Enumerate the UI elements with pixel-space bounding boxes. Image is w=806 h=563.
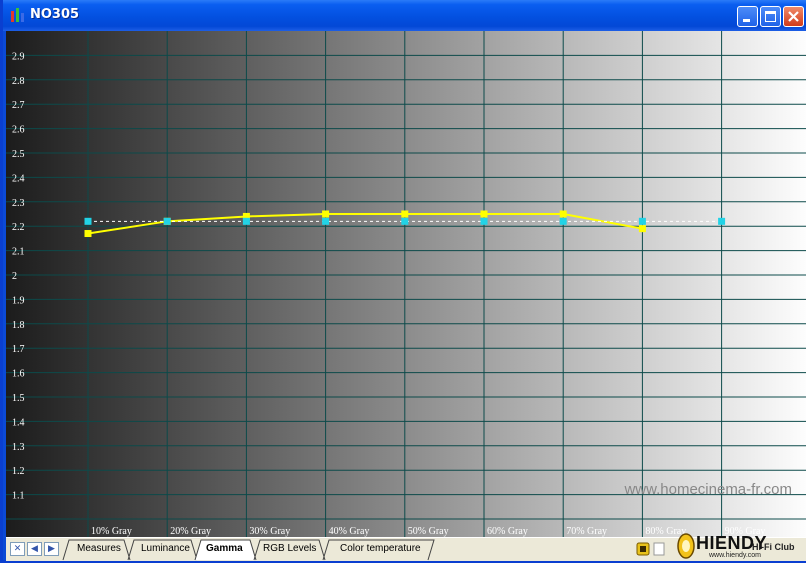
data-point-1	[559, 217, 567, 225]
tab-measures[interactable]: Measures	[77, 543, 121, 554]
tab-color-temperature[interactable]: Color temperature	[340, 543, 421, 554]
grayscale-background	[6, 31, 806, 537]
data-point-0	[638, 225, 646, 233]
chart-watermark: www.homecinema-fr.com	[623, 481, 792, 498]
brand-subtitle: Hi-Fi Club	[752, 542, 795, 552]
tab-rgb-levels[interactable]: RGB Levels	[263, 543, 316, 554]
window-title: NO305	[30, 7, 80, 22]
y-tick-label: 1.8	[12, 320, 25, 331]
y-tick-label: 2.7	[12, 100, 25, 111]
y-tick-label: 2.1	[12, 247, 25, 258]
y-tick-label: 2.8	[12, 76, 25, 87]
app-chart-icon	[11, 8, 24, 22]
y-tick-label: 2.5	[12, 149, 25, 160]
data-point-0	[322, 210, 330, 218]
x-tick-label: 10% Gray	[91, 526, 132, 537]
close-icon	[788, 11, 799, 22]
y-tick-label: 2.6	[12, 125, 25, 136]
hiendy-logo-icon	[677, 533, 695, 559]
data-point-1	[480, 217, 488, 225]
data-point-1	[242, 217, 250, 225]
y-tick-label: 2.3	[12, 198, 25, 209]
data-point-0	[401, 210, 409, 218]
app-window: NO305 2.9 2.8 2.7 2.6 2.5 2.4 2.3 2.2 2.1 2 1.9 1.8…	[0, 0, 806, 563]
y-tick-label: 1.9	[12, 295, 25, 306]
data-point-1	[638, 217, 646, 225]
y-tick-label: 1.6	[12, 369, 25, 380]
maximize-icon	[765, 11, 776, 22]
title-bar[interactable]: NO305	[3, 0, 806, 31]
x-tick-label: 30% Gray	[249, 526, 290, 537]
data-point-1	[322, 217, 330, 225]
data-point-0	[559, 210, 567, 218]
tray-app-icon[interactable]	[636, 542, 650, 556]
maximize-button[interactable]	[760, 6, 781, 27]
data-point-1	[401, 217, 409, 225]
minimize-button[interactable]	[737, 6, 758, 27]
brand-url: www.hiendy.com	[709, 552, 762, 559]
x-tick-label: 70% Gray	[566, 526, 607, 537]
data-point-1	[163, 217, 171, 225]
tab-gamma[interactable]: Gamma	[206, 543, 243, 554]
y-tick-label: 2	[12, 271, 17, 282]
data-point-1	[84, 217, 92, 225]
tab-luminance[interactable]: Luminance	[141, 543, 190, 554]
tray-blank-icon	[653, 542, 665, 556]
data-point-0	[480, 210, 488, 218]
y-tick-label: 2.2	[12, 222, 25, 233]
y-tick-label: 1.7	[12, 344, 25, 355]
y-tick-label: 2.9	[12, 51, 25, 62]
y-tick-label: 1.2	[12, 466, 25, 477]
close-button[interactable]	[783, 6, 804, 27]
y-tick-label: 1.3	[12, 442, 25, 453]
data-point-1	[718, 217, 726, 225]
y-tick-label: 1.5	[12, 393, 25, 404]
y-tick-label: 1.4	[12, 417, 25, 428]
x-tick-label: 60% Gray	[487, 526, 528, 537]
x-tick-label: 40% Gray	[329, 526, 370, 537]
minimize-icon	[743, 19, 750, 22]
data-point-0	[84, 230, 92, 238]
y-tick-label: 1.1	[12, 491, 25, 502]
x-tick-label: 50% Gray	[408, 526, 449, 537]
gamma-chart: 2.9 2.8 2.7 2.6 2.5 2.4 2.3 2.2 2.1 2 1.9 1.8 1.7 1.6…	[6, 31, 806, 537]
x-tick-label: 20% Gray	[170, 526, 211, 537]
y-tick-label: 2.4	[12, 173, 25, 184]
tab-bar: ✕ ◀ ▶ Measures Luminance Gamma RGB Level…	[6, 533, 806, 561]
